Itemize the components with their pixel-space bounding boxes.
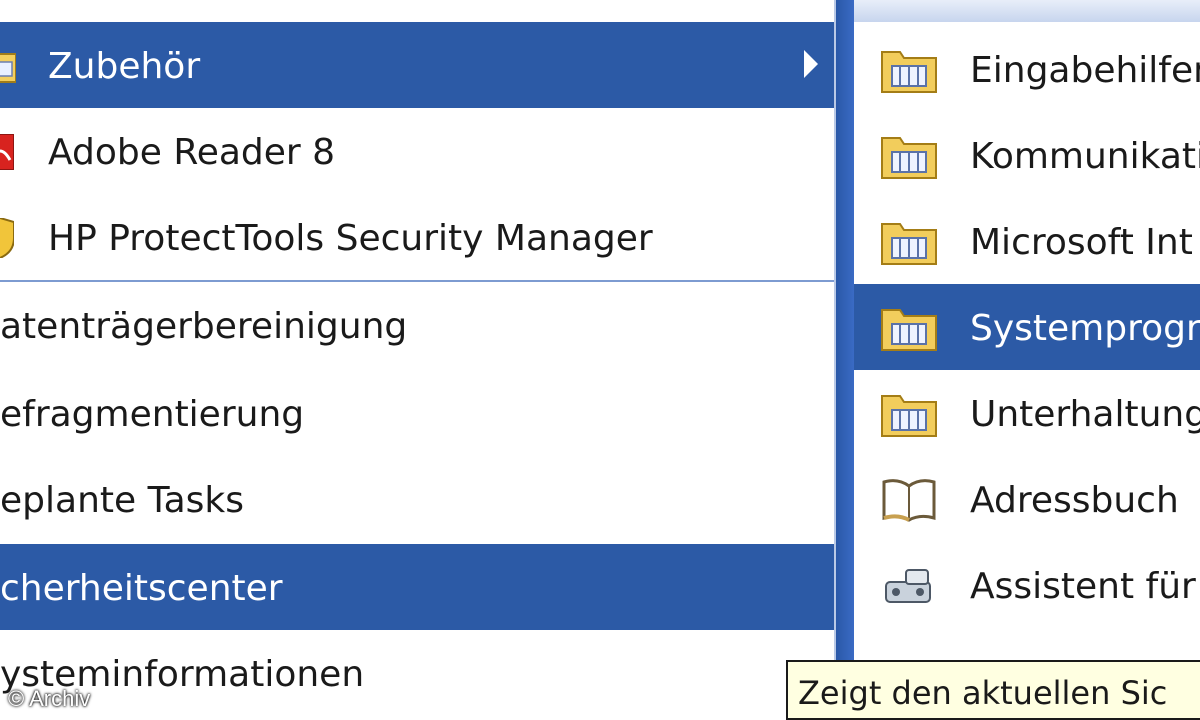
- menu-item-zubehoer[interactable]: Zubehör: [0, 22, 834, 108]
- menu-item-defragmentierung[interactable]: efragmentierung: [0, 372, 834, 458]
- menu-item-label: eplante Tasks: [0, 480, 245, 521]
- accessories-submenu: Eingabehilfen Kommunikatio Microsoft Int…: [836, 0, 1200, 720]
- menu-item-systeminformationen[interactable]: ysteminformationen: [0, 630, 834, 716]
- menu-item-datentraegerbereinigung[interactable]: atenträgerbereinigung: [0, 284, 834, 370]
- submenu-item-unterhaltung[interactable]: Unterhaltung: [854, 370, 1200, 456]
- accessories-folder-icon: [0, 48, 16, 84]
- submenu-item-eingabehilfen[interactable]: Eingabehilfen: [854, 26, 1200, 112]
- adobe-reader-icon: [0, 134, 14, 170]
- tooltip: Zeigt den aktuellen Sic: [786, 660, 1200, 720]
- tooltip-text: Zeigt den aktuellen Sic: [798, 674, 1168, 712]
- menu-item-label: cherheitscenter: [0, 568, 283, 609]
- submenu-item-label: Adressbuch: [970, 480, 1179, 521]
- folder-icon: [880, 44, 938, 94]
- menu-item-label: Adobe Reader 8: [48, 132, 336, 173]
- submenu-top-edge: [836, 0, 1200, 22]
- submenu-item-label: Eingabehilfen: [970, 50, 1200, 91]
- menu-item-label: HP ProtectTools Security Manager: [48, 218, 653, 259]
- submenu-item-assistent[interactable]: Assistent für: [854, 542, 1200, 628]
- menu-item-hp-protecttools[interactable]: HP ProtectTools Security Manager: [0, 194, 834, 280]
- folder-icon: [880, 130, 938, 180]
- address-book-icon: [880, 476, 938, 524]
- folder-icon: [880, 388, 938, 438]
- menu-item-label: efragmentierung: [0, 394, 305, 435]
- submenu-item-kommunikation[interactable]: Kommunikatio: [854, 112, 1200, 198]
- submenu-item-label: Kommunikatio: [970, 136, 1200, 177]
- submenu-item-systemprogramme[interactable]: Systemprogr: [854, 284, 1200, 370]
- submenu-item-label: Unterhaltung: [970, 394, 1200, 435]
- copyright-watermark: © Archiv: [8, 686, 91, 711]
- submenu-item-microsoft-interactive[interactable]: Microsoft Int: [854, 198, 1200, 284]
- submenu-item-adressbuch[interactable]: Adressbuch: [854, 456, 1200, 542]
- menu-item-label: Zubehör: [48, 46, 201, 87]
- submenu-item-label: Systemprogr: [970, 308, 1200, 349]
- submenu-arrow-icon: [804, 50, 818, 78]
- menu-item-sicherheitscenter[interactable]: cherheitscenter: [0, 544, 834, 630]
- folder-icon: [880, 302, 938, 352]
- submenu-item-label: Assistent für: [970, 566, 1196, 607]
- submenu-item-label: Microsoft Int: [970, 222, 1193, 263]
- wizard-icon: [880, 564, 938, 608]
- folder-icon: [880, 216, 938, 266]
- programs-menu: Zubehör Adobe Reader 8 HP ProtectTools S…: [0, 0, 836, 720]
- submenu-side-strip: [836, 0, 854, 720]
- menu-item-adobe-reader[interactable]: Adobe Reader 8: [0, 108, 834, 194]
- menu-item-geplante-tasks[interactable]: eplante Tasks: [0, 458, 834, 544]
- menu-item-label: atenträgerbereinigung: [0, 306, 408, 347]
- security-shield-icon: [0, 218, 14, 258]
- menu-separator: [0, 280, 834, 282]
